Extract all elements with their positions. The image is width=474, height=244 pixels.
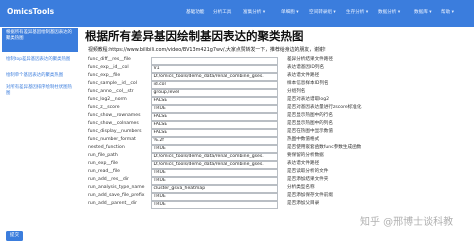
param-row: run_read__file TRUE 是否读取分析的文件 <box>85 168 474 177</box>
brand-logo[interactable]: OmicsTools <box>7 7 54 16</box>
nav-item-single-cell[interactable]: 单细胞 ▾ <box>281 9 299 15</box>
param-description: 表达谱基因ID列名 <box>287 65 325 70</box>
param-row: run_analysis_type_name cluster_gsva_heat… <box>85 184 474 193</box>
param-row: func_display__numbers FALSE 是否在热图中显示数值 <box>85 128 474 137</box>
main-panel: 根据所有差异基因绘制基因表达的聚类热图 视频教程:https://www.bil… <box>85 27 474 244</box>
param-description: 是否在热图中显示数值 <box>287 129 333 134</box>
param-description: 是否添加父目录 <box>287 201 320 206</box>
param-label: func_anno__col__str <box>88 89 134 94</box>
param-label: run_add__parent__dir <box>88 201 137 206</box>
param-description: 是否读取分析的文件 <box>287 169 329 174</box>
param-description: 是否显示热图中的行名 <box>287 113 333 118</box>
param-label: func_sample__id__col <box>88 81 137 86</box>
param-row: run_add__parent__dir TRUE 是否添加父目录 <box>85 200 474 209</box>
sidebar: 根据所有差异基因绘制基因表达的聚类热图 绘制top差异基因表达的聚类热图 绘制单… <box>0 27 80 244</box>
param-description: 样本信息样本ID列名 <box>287 81 329 86</box>
zhihu-watermark: 知乎 @邢博士谈科教 <box>360 217 454 228</box>
sidebar-item-single-gene-heatmap[interactable]: 绘制单个基因表达的聚类热图 <box>2 71 78 81</box>
param-label: func_show__rownames <box>88 113 141 118</box>
top-navbar: OmicsTools 基础功能 分析工具 富集分析 ▾ 单细胞 ▾ 空间转录组 … <box>0 0 474 27</box>
param-label: func_z__score <box>88 105 120 110</box>
param-row: run_file_path D:/omics_tools/demo_data/r… <box>85 152 474 161</box>
param-label: run_add__res__dir <box>88 177 129 182</box>
param-label: func_number_format <box>88 137 136 142</box>
param-description: 是否添加保存文件前缀 <box>287 193 333 198</box>
param-row: run_add_save_file_prefix TRUE 是否添加保存文件前缀 <box>85 192 474 201</box>
param-description: 是否对基因表达量进行zscore标准化 <box>287 105 362 110</box>
video-tutorial-text: 视频教程:https://www.bilibili.com/video/BV13… <box>88 47 326 53</box>
param-label: run_add_save_file_prefix <box>88 193 145 198</box>
param-row: nested_function TRUE 是否使用嵌套函数func参数生成函数 <box>85 144 474 153</box>
submit-button[interactable]: 提交 <box>6 231 23 241</box>
param-label: func_exp__id__col <box>88 65 129 70</box>
nav-item-data-analysis[interactable]: 数据分析 ▾ <box>378 9 400 15</box>
param-row: func_show__rownames FALSE 是否显示热图中的行名 <box>85 112 474 121</box>
param-label: run_read__file <box>88 169 120 174</box>
sidebar-item-sorted-bar-heatmap[interactable]: 对所有差异基因排序绘制柱状图热图 <box>2 83 78 99</box>
nav-item-help[interactable]: 帮助 ▾ <box>441 9 454 15</box>
param-row: run_exp__file D:/omics_tools/demo_data/r… <box>85 160 474 169</box>
nav-item-survival[interactable]: 生存分析 ▾ <box>346 9 368 15</box>
param-row: func_number_format %.2f 热图中数值格式 <box>85 136 474 145</box>
param-label: func_show__colnames <box>88 121 139 126</box>
param-row: func_log2__norm FALSE 是否对表达谱取log2 <box>85 96 474 105</box>
param-label: func_diff__res__file <box>88 57 131 62</box>
param-row: func_sample__id__col id.col 样本信息样本ID列名 <box>85 80 474 89</box>
param-description: 是否对表达谱取log2 <box>287 97 330 102</box>
param-row: func_z__score TRUE 是否对基因表达量进行zscore标准化 <box>85 104 474 113</box>
param-description: 是否使用嵌套函数func参数生成函数 <box>287 145 362 150</box>
param-label: run_file_path <box>88 153 118 158</box>
param-description: 分组列名 <box>287 89 306 94</box>
param-label: run_analysis_type_name <box>88 185 145 190</box>
param-row: func_anno__col__str group,level 分组列名 <box>85 88 474 97</box>
param-description: 是否添加结果文件夹 <box>287 177 329 182</box>
param-description: 热图中数值格式 <box>287 137 320 142</box>
param-label: run_exp__file <box>88 161 118 166</box>
nav-item-database[interactable]: 数据库 ▾ <box>414 9 432 15</box>
param-description: 表达谱文件路径 <box>287 73 320 78</box>
nav-item-spatial[interactable]: 空间转录组 ▾ <box>309 9 336 15</box>
param-description: 表达谱文件路径 <box>287 161 320 166</box>
param-label: func_display__numbers <box>88 129 142 134</box>
param-description: 分析类型名称 <box>287 185 315 190</box>
param-row: run_add__res__dir TRUE 是否添加结果文件夹 <box>85 176 474 185</box>
sidebar-item-top-deg-heatmap[interactable]: 绘制top差异基因表达的聚类热图 <box>2 55 78 71</box>
page-title: 根据所有差异基因绘制基因表达的聚类热图 <box>85 29 304 43</box>
param-description: 是否显示热图中的列名 <box>287 121 333 126</box>
param-description: 差异分析结果文件路径 <box>287 57 333 62</box>
param-row: func_diff__res__file 差异分析结果文件路径 <box>85 56 474 65</box>
param-description: 要保留的分析数据 <box>287 153 324 158</box>
param-row: func_exp__file D:/omics_tools/demo_data/… <box>85 72 474 81</box>
param-label: nested_function <box>88 145 125 150</box>
param-input[interactable]: TRUE <box>151 200 278 209</box>
nav-item-enrichment[interactable]: 富集分析 ▾ <box>243 9 265 15</box>
param-label: func_exp__file <box>88 73 121 78</box>
nav-item-analysis-tools[interactable]: 分析工具 <box>213 9 231 15</box>
param-row: func_exp__id__col V1 表达谱基因ID列名 <box>85 64 474 73</box>
sidebar-item-all-deg-heatmap[interactable]: 根据所有差异基因绘制基因表达的聚类热图 <box>2 28 78 52</box>
param-row: func_show__colnames FALSE 是否显示热图中的列名 <box>85 120 474 129</box>
param-label: func_log2__norm <box>88 97 127 102</box>
nav-item-basic[interactable]: 基础功能 <box>186 9 204 15</box>
